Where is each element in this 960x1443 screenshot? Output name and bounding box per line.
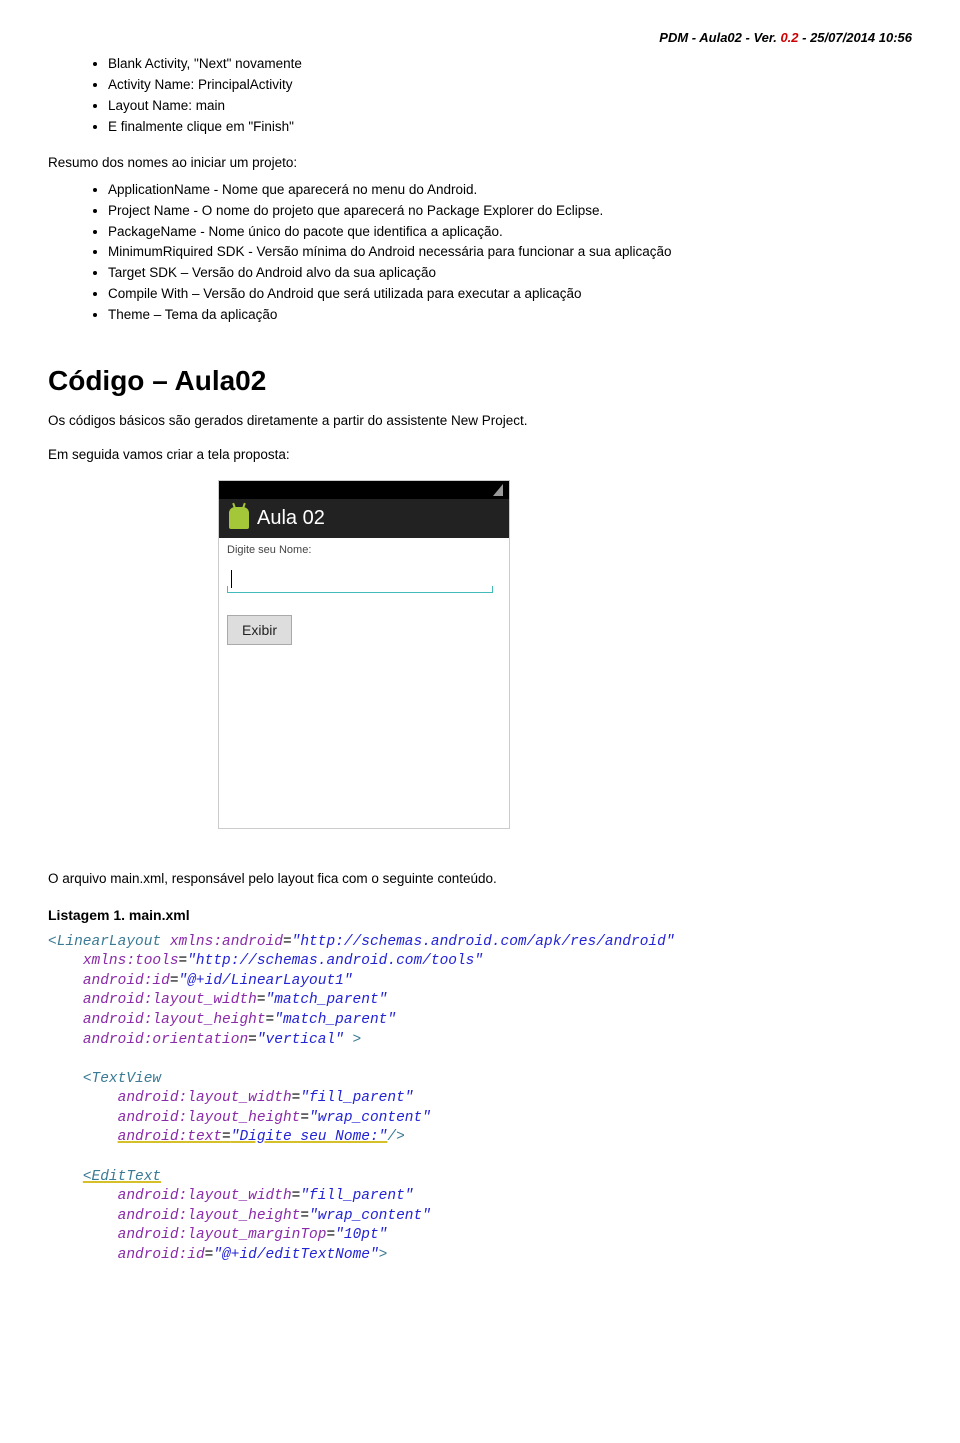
code-attr: android:layout_width: [83, 992, 257, 1008]
list-item: Compile With – Versão do Android que ser…: [108, 285, 912, 304]
code-val: "@+id/editTextNome": [213, 1247, 378, 1263]
code-val: "10pt": [335, 1227, 387, 1243]
code-val: "match_parent": [274, 1012, 396, 1028]
code-val: "match_parent": [266, 992, 388, 1008]
list-item: Theme – Tema da aplicação: [108, 306, 912, 325]
code-val: "fill_parent": [300, 1188, 413, 1204]
header-version: 0.2: [780, 30, 798, 45]
android-app-bar: Aula 02: [219, 499, 509, 538]
code-attr: android:layout_height: [118, 1110, 301, 1126]
list-item: MinimumRiquired SDK - Versão mínima do A…: [108, 243, 912, 262]
code-tag: <TextView: [83, 1071, 161, 1087]
paragraph: Resumo dos nomes ao iniciar um projeto:: [48, 153, 912, 173]
exibir-button[interactable]: Exibir: [227, 615, 292, 645]
paragraph: O arquivo main.xml, responsável pelo lay…: [48, 869, 912, 889]
code-val: "vertical": [257, 1032, 344, 1048]
cursor-icon: [231, 570, 232, 588]
code-attr: android:id: [118, 1247, 205, 1263]
code-val: "wrap_content": [309, 1110, 431, 1126]
code-attr: android:layout_marginTop: [118, 1227, 327, 1243]
android-icon: [229, 507, 249, 529]
code-val: "http://schemas.android.com/apk/res/andr…: [292, 934, 675, 950]
section-heading: Código – Aula02: [48, 365, 912, 397]
signal-icon: [493, 484, 503, 496]
listing-title: Listagem 1. main.xml: [48, 907, 912, 923]
bullet-list-2: ApplicationName - Nome que aparecerá no …: [48, 181, 912, 325]
android-screenshot: Aula 02 Digite seu Nome: Exibir: [218, 480, 510, 829]
list-item: Layout Name: main: [108, 97, 912, 116]
name-input[interactable]: [227, 566, 493, 593]
header-title: PDM - Aula02 - Ver.: [659, 30, 780, 45]
code-tag: <EditText: [83, 1169, 161, 1185]
code-attr: android:layout_width: [118, 1090, 292, 1106]
bullet-list-1: Blank Activity, "Next" novamente Activit…: [48, 55, 912, 137]
code-tag: />: [387, 1129, 404, 1145]
page-header: PDM - Aula02 - Ver. 0.2 - 25/07/2014 10:…: [48, 30, 912, 45]
code-attr: android:id: [83, 973, 170, 989]
paragraph: Os códigos básicos são gerados diretamen…: [48, 411, 912, 431]
list-item: Blank Activity, "Next" novamente: [108, 55, 912, 74]
app-title: Aula 02: [257, 507, 325, 530]
name-label: Digite seu Nome:: [227, 544, 501, 556]
code-val: "wrap_content": [309, 1208, 431, 1224]
list-item: E finalmente clique em "Finish": [108, 118, 912, 137]
header-date: - 25/07/2014 10:56: [799, 30, 912, 45]
code-tag: <LinearLayout: [48, 934, 161, 950]
code-val: "http://schemas.android.com/tools": [187, 953, 483, 969]
code-attr: android:text: [118, 1129, 222, 1145]
code-val: "@+id/LinearLayout1": [179, 973, 353, 989]
code-tag: >: [344, 1032, 361, 1048]
code-attr: xmlns:android: [170, 934, 283, 950]
code-attr: android:layout_height: [83, 1012, 266, 1028]
code-tag: >: [379, 1247, 388, 1263]
android-status-bar: [219, 481, 509, 499]
code-block: <LinearLayout xmlns:android="http://sche…: [48, 933, 912, 1266]
list-item: PackageName - Nome único do pacote que i…: [108, 223, 912, 242]
list-item: ApplicationName - Nome que aparecerá no …: [108, 181, 912, 200]
code-val: "fill_parent": [300, 1090, 413, 1106]
code-attr: xmlns:tools: [83, 953, 179, 969]
code-attr: android:layout_height: [118, 1208, 301, 1224]
code-attr: android:orientation: [83, 1032, 248, 1048]
code-val: "Digite seu Nome:": [231, 1129, 388, 1145]
code-attr: android:layout_width: [118, 1188, 292, 1204]
list-item: Project Name - O nome do projeto que apa…: [108, 202, 912, 221]
paragraph: Em seguida vamos criar a tela proposta:: [48, 445, 912, 465]
android-app-body: Digite seu Nome: Exibir: [219, 538, 509, 828]
list-item: Activity Name: PrincipalActivity: [108, 76, 912, 95]
list-item: Target SDK – Versão do Android alvo da s…: [108, 264, 912, 283]
